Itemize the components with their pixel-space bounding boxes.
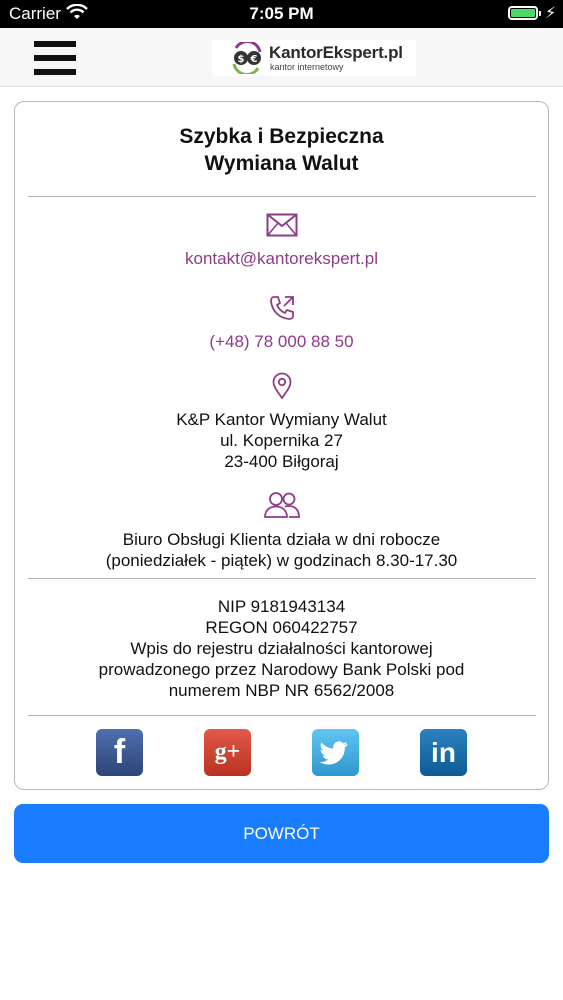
heading-line-2: Wymiana Walut (204, 152, 359, 175)
svg-text:$: $ (238, 54, 245, 65)
logo-coins-icon: $ € (228, 40, 268, 79)
divider (28, 578, 536, 579)
logo-title: KantorEkspert.pl (269, 43, 403, 62)
hours-line-1: Biuro Obsługi Klienta działa w dni roboc… (122, 530, 441, 549)
linkedin-icon: in (431, 737, 456, 768)
status-time: 7:05 PM (249, 4, 314, 23)
address-line-2: ul. Kopernika 27 (220, 431, 343, 450)
company-info-block: NIP 9181943134 REGON 060422757 Wpis do r… (15, 596, 548, 701)
status-bar: Carrier 7:05 PM ⚡ (0, 0, 563, 28)
logo[interactable]: $ € KantorEkspert.pl kantor internetowy (212, 40, 416, 76)
twitter-bird-icon (319, 741, 348, 765)
company-regon: REGON 060422757 (205, 618, 358, 637)
heading-line-1: Szybka i Bezpieczna (179, 125, 384, 148)
company-nip: NIP 9181943134 (217, 597, 346, 616)
googleplus-icon: g+ (214, 739, 241, 765)
logo-subtitle: kantor internetowy (270, 62, 344, 72)
twitter-button[interactable] (312, 729, 359, 776)
address-block: K&P Kantor Wymiany Walut ul. Kopernika 2… (15, 409, 548, 472)
facebook-button[interactable]: f (96, 729, 143, 776)
company-registry-line-3: numerem NBP NR 6562/2008 (168, 681, 395, 700)
divider (28, 715, 536, 716)
email-link[interactable]: kontakt@kantorekspert.pl (15, 248, 548, 269)
charging-bolt-icon: ⚡ (545, 5, 557, 22)
contact-card: Szybka i Bezpieczna Wymiana Walut kontak… (14, 101, 549, 790)
address-line-1: K&P Kantor Wymiany Walut (176, 410, 387, 429)
address-line-3: 23-400 Biłgoraj (224, 452, 339, 471)
battery-nub (539, 11, 541, 16)
envelope-icon (15, 213, 548, 242)
divider (28, 196, 536, 197)
hours-block: Biuro Obsługi Klienta działa w dni roboc… (15, 529, 548, 571)
company-registry-line-2: prowadzonego przez Narodowy Bank Polski … (98, 660, 465, 679)
linkedin-button[interactable]: in (420, 729, 467, 776)
users-icon (15, 491, 548, 524)
card-heading: Szybka i Bezpieczna Wymiana Walut (15, 123, 548, 177)
facebook-icon: f (113, 733, 126, 771)
nav-bar: $ € KantorEkspert.pl kantor internetowy (0, 28, 563, 87)
phone-link[interactable]: (+48) 78 000 88 50 (15, 331, 548, 352)
googleplus-button[interactable]: g+ (204, 729, 251, 776)
phone-icon (15, 294, 548, 327)
hours-line-2: (poniedziałek - piątek) w godzinach 8.30… (105, 551, 458, 570)
company-registry-line-1: Wpis do rejestru działalności kantorowej (130, 639, 433, 658)
svg-text:€: € (250, 54, 258, 65)
hamburger-menu-icon[interactable] (34, 41, 76, 75)
location-pin-icon (15, 372, 548, 405)
back-button[interactable]: POWRÓT (14, 804, 549, 863)
battery-icon (508, 6, 538, 20)
